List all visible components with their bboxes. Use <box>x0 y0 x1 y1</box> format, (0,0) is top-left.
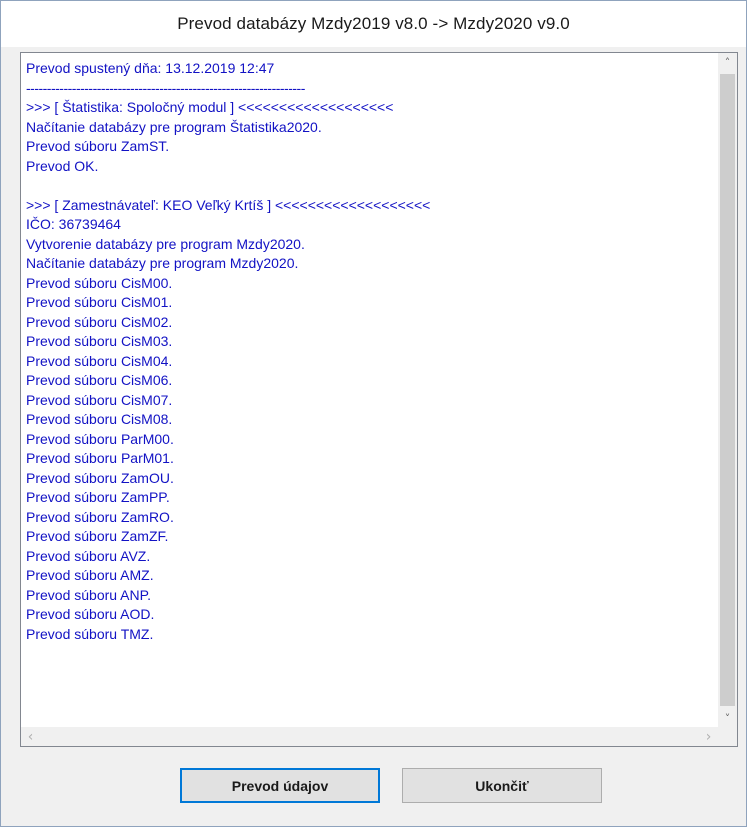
log-line: Prevod súboru ZamOU. <box>26 469 174 486</box>
log-line: Prevod súboru CisM07. <box>26 391 173 408</box>
log-line: Prevod súboru ParM01. <box>26 450 174 466</box>
log-line: ----------------------------------------… <box>26 79 305 96</box>
log-line: IČO: 36739464 <box>26 216 121 232</box>
log-line: Prevod súboru ZamST. <box>26 138 170 154</box>
scroll-right-icon[interactable]: › <box>699 727 718 746</box>
log-line: Načítanie databázy pre program Mzdy2020. <box>26 255 299 271</box>
log-line: Prevod súboru CisM04. <box>26 352 173 369</box>
log-line: Prevod súboru CisM06. <box>26 372 173 388</box>
window-title: Prevod databázy Mzdy2019 v8.0 -> Mzdy202… <box>177 14 570 33</box>
log-line: Prevod súboru TMZ. <box>26 625 154 642</box>
log-line: Načítanie databázy pre program Štatistik… <box>26 118 322 135</box>
vertical-scroll-thumb[interactable] <box>720 74 735 706</box>
horizontal-scrollbar[interactable]: ‹ › <box>21 727 718 746</box>
log-line: Prevod súboru ParM00. <box>26 430 174 447</box>
scroll-up-icon[interactable]: ˄ <box>718 53 737 72</box>
log-line: Prevod spustený dňa: 13.12.2019 12:47 <box>26 60 275 76</box>
log-line: >>> [ Štatistika: Spoločný modul ] <<<<<… <box>26 99 394 115</box>
vertical-scrollbar[interactable]: ˄ ˅ <box>718 53 737 728</box>
log-line: Prevod súboru CisM00. <box>26 274 173 291</box>
close-button[interactable]: Ukončiť <box>402 768 602 803</box>
log-line: >>> [ Zamestnávateľ: KEO Veľký Krtíš ] <… <box>26 196 431 213</box>
log-line: Prevod súboru AOD. <box>26 606 155 622</box>
log-line: Prevod súboru ANP. <box>26 586 152 603</box>
scroll-down-icon[interactable]: ˅ <box>718 709 737 728</box>
convert-data-button[interactable]: Prevod údajov <box>180 768 380 803</box>
log-line: Prevod súboru ZamPP. <box>26 489 170 505</box>
log-line: Prevod súboru CisM02. <box>26 313 173 330</box>
log-text-area: Prevod spustený dňa: 13.12.2019 12:47 ---… <box>26 59 716 726</box>
log-line: Prevod OK. <box>26 157 99 174</box>
log-line: Vytvorenie databázy pre program Mzdy2020… <box>26 235 305 252</box>
log-line: Prevod súboru CisM03. <box>26 333 173 349</box>
log-line: Prevod súboru AVZ. <box>26 547 151 564</box>
scroll-left-icon[interactable]: ‹ <box>21 727 40 746</box>
scrollbar-corner <box>718 727 737 746</box>
conversion-log[interactable]: Prevod spustený dňa: 13.12.2019 12:47 ---… <box>20 52 738 747</box>
conversion-dialog: Prevod databázy Mzdy2019 v8.0 -> Mzdy202… <box>0 0 747 827</box>
log-line: Prevod súboru AMZ. <box>26 567 154 583</box>
log-line: Prevod súboru ZamZF. <box>26 528 169 544</box>
log-line: Prevod súboru CisM08. <box>26 411 173 427</box>
log-line: Prevod súboru CisM01. <box>26 294 173 310</box>
log-line: Prevod súboru ZamRO. <box>26 508 174 525</box>
title-bar[interactable]: Prevod databázy Mzdy2019 v8.0 -> Mzdy202… <box>1 1 746 47</box>
